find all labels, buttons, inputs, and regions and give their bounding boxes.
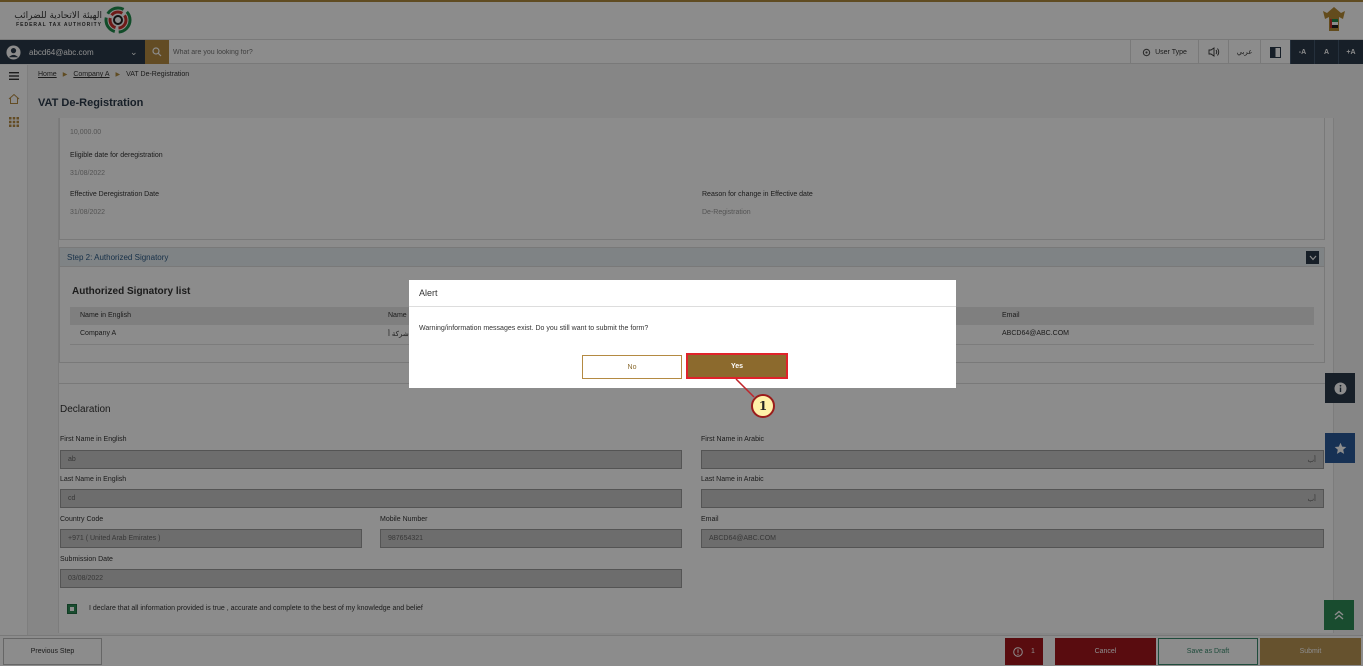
alert-dialog-message: Warning/information messages exist. Do y… (419, 325, 649, 332)
alert-dialog-header: Alert (409, 280, 956, 307)
alert-dialog-title: Alert (419, 288, 438, 298)
no-button[interactable]: No (582, 355, 682, 379)
alert-dialog: Alert Warning/information messages exist… (409, 280, 956, 388)
yes-button[interactable]: Yes (686, 353, 788, 379)
step-callout-badge: 1 (751, 394, 775, 418)
